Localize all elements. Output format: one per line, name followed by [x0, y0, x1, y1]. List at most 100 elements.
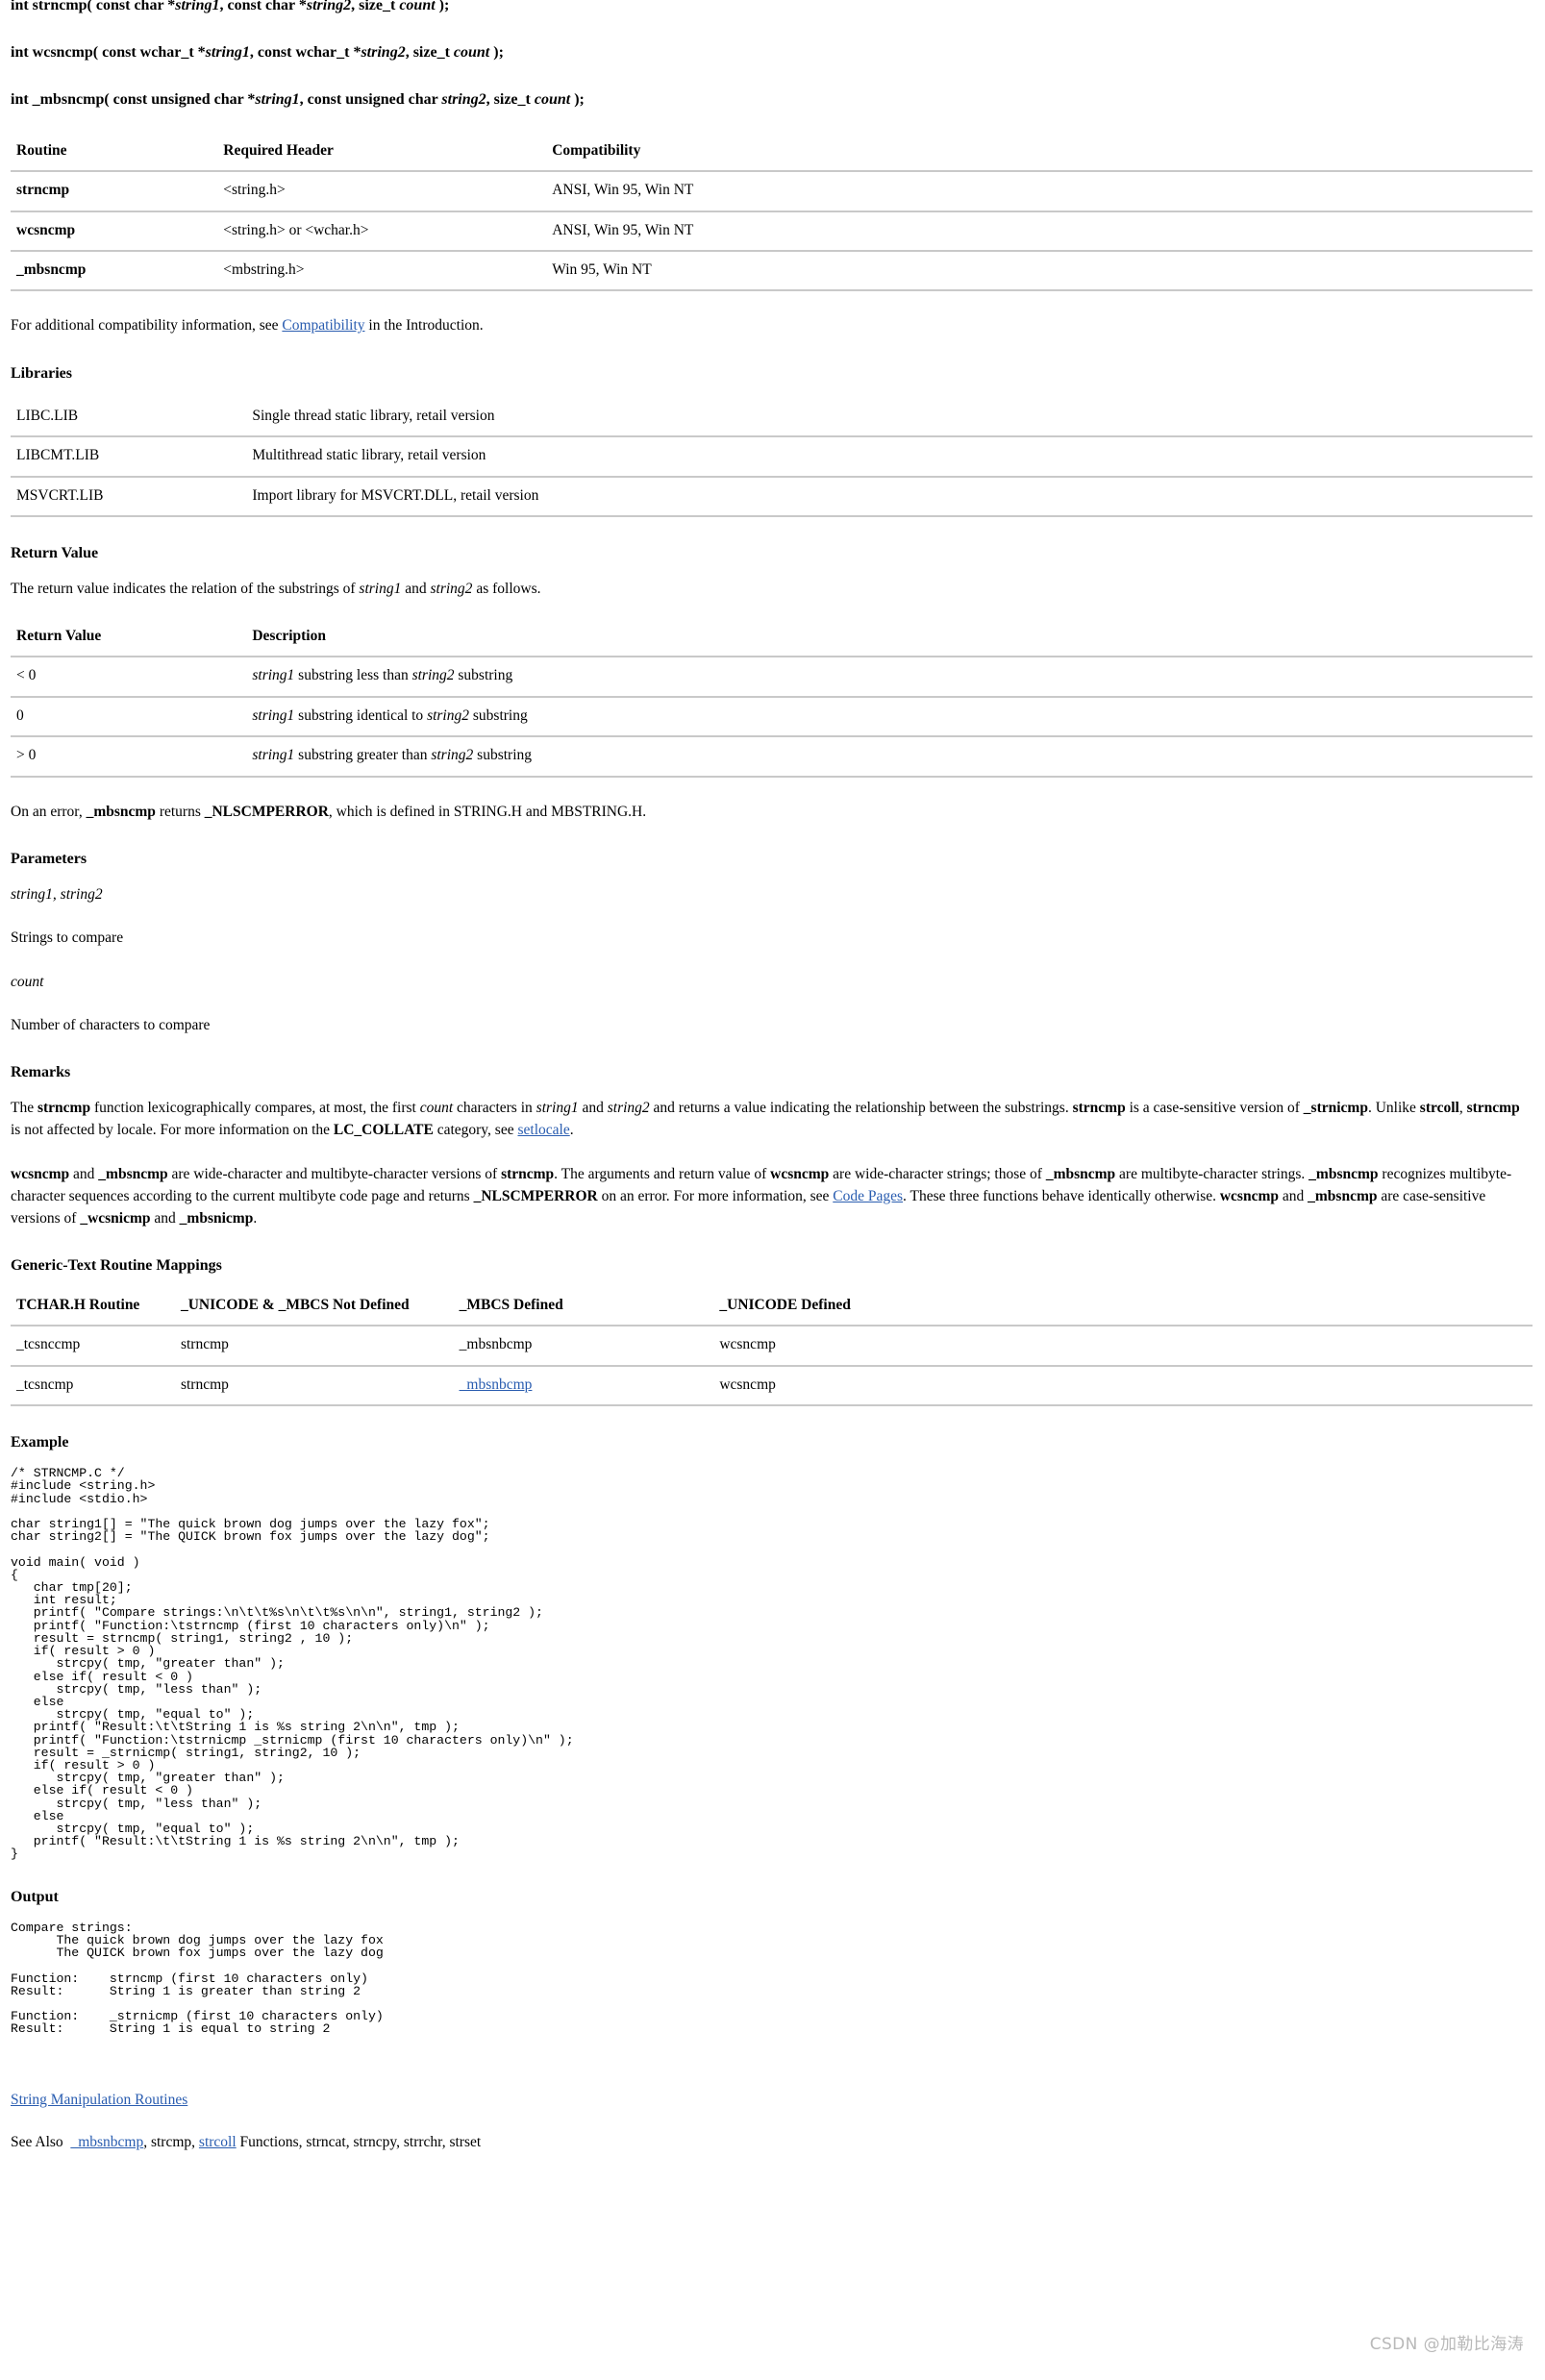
- cell-library-name: LIBCMT.LIB: [11, 436, 247, 478]
- cell-header: <string.h> or <wchar.h>: [217, 211, 547, 252]
- rv-intro-string1: string1: [359, 581, 402, 598]
- rv-s1: string1: [252, 667, 295, 684]
- r1-i2: string1: [536, 1100, 579, 1117]
- cell-library-name: MSVCRT.LIB: [11, 476, 247, 518]
- err-fn: _mbsncmp: [86, 803, 156, 820]
- r2-e: are wide-character strings; those of: [829, 1165, 1046, 1182]
- table-row: _tcsnccmp strncmp _mbsnbcmp wcsncmp: [11, 1326, 1533, 1367]
- rv-intro-c: as follows.: [472, 581, 541, 598]
- r2-h: on an error. For more information, see: [597, 1187, 834, 1204]
- return-value-intro: The return value indicates the relation …: [11, 578, 1533, 600]
- r2-l: and: [150, 1210, 180, 1227]
- cell-header: <string.h>: [217, 171, 547, 212]
- see-also-tail: Functions, strncat, strncpy, strrchr, st…: [236, 2134, 482, 2151]
- compatibility-link[interactable]: Compatibility: [282, 317, 364, 334]
- string-manipulation-routines-line: String Manipulation Routines: [11, 2090, 1533, 2111]
- cell-unicode-defined: wcsncmp: [713, 1365, 1533, 1407]
- cell-library-desc: Single thread static library, retail ver…: [246, 397, 1533, 438]
- r1-b3: _strnicmp: [1303, 1100, 1368, 1117]
- r2-b5: _mbsncmp: [1045, 1165, 1116, 1182]
- routine-header-table: Routine Required Header Compatibility st…: [11, 136, 1533, 292]
- mappings-heading: Generic-Text Routine Mappings: [11, 1257, 222, 1275]
- example-heading: Example: [11, 1434, 69, 1451]
- return-value-table: Return Value Description < 0 string1 sub…: [11, 621, 1533, 778]
- param1-name: string1, string2: [11, 886, 103, 904]
- mbsnbcmp-link[interactable]: _mbsnbcmp: [460, 1376, 533, 1393]
- r2-j: and: [1279, 1187, 1308, 1204]
- r2-b1: wcsncmp: [11, 1165, 70, 1182]
- parameter-name-count: count: [11, 971, 1533, 993]
- r2-b6: _mbsncmp: [1308, 1165, 1379, 1182]
- cell-return-value: < 0: [11, 657, 247, 698]
- prototype-wcsncmp: int wcsncmp( const wchar_t *string1, con…: [11, 44, 504, 62]
- parameters-heading: Parameters: [11, 850, 87, 867]
- setlocale-link[interactable]: setlocale: [517, 1122, 569, 1138]
- rv-tail: substring: [454, 667, 513, 684]
- r2-b3: strncmp: [501, 1165, 555, 1182]
- cell-compat: ANSI, Win 95, Win NT: [546, 171, 1533, 212]
- remarks-paragraph-2: wcsncmp and _mbsncmp are wide-character …: [11, 1163, 1533, 1230]
- rv-s1: string1: [252, 707, 295, 724]
- prototype-strncmp: int strncmp( const char *string1, const …: [11, 0, 450, 13]
- cell-unicode-defined: wcsncmp: [713, 1326, 1533, 1367]
- cell-return-desc: string1 substring greater than string2 s…: [246, 736, 1533, 778]
- cell-compat: ANSI, Win 95, Win NT: [546, 211, 1533, 252]
- r1-l: .: [569, 1122, 574, 1139]
- r1-b2: strncmp: [1072, 1100, 1126, 1117]
- r2-b10: _wcsnicmp: [80, 1210, 151, 1227]
- return-value-heading: Return Value: [11, 545, 99, 562]
- generic-text-mappings-table: TCHAR.H Routine _UNICODE & _MBCS Not Def…: [11, 1290, 1533, 1407]
- cell-return-desc: string1 substring less than string2 subs…: [246, 657, 1533, 698]
- table-header-row: TCHAR.H Routine _UNICODE & _MBCS Not Def…: [11, 1290, 1533, 1327]
- param2-name: count: [11, 973, 44, 990]
- err-c: , which is defined in STRING.H and MBSTR…: [328, 803, 647, 820]
- cell-mbcs-defined: _mbsnbcmp: [453, 1365, 714, 1407]
- cell-tchar-routine: _tcsnccmp: [11, 1326, 175, 1367]
- code-pages-link[interactable]: Code Pages: [833, 1188, 903, 1204]
- table-row: strncmp <string.h> ANSI, Win 95, Win NT: [11, 171, 1533, 212]
- remarks-heading: Remarks: [11, 1064, 71, 1081]
- remarks-paragraph-1: The strncmp function lexicographically c…: [11, 1097, 1533, 1142]
- rv-mid: substring greater than: [294, 747, 432, 764]
- r1-h: . Unlike: [1367, 1100, 1420, 1117]
- cell-tchar-routine: _tcsncmp: [11, 1365, 175, 1407]
- err-a: On an error,: [11, 803, 87, 820]
- cell-routine: strncmp: [11, 171, 218, 212]
- cell-return-value: > 0: [11, 736, 247, 778]
- rv-tail: substring: [469, 707, 528, 724]
- compat-note-before: For additional compatibility information…: [11, 317, 283, 335]
- cell-not-defined: strncmp: [174, 1326, 454, 1367]
- cell-routine: wcsncmp: [11, 211, 218, 252]
- output-heading: Output: [11, 1888, 59, 1905]
- table-row: > 0 string1 substring greater than strin…: [11, 736, 1533, 778]
- r1-i1: count: [419, 1100, 454, 1117]
- example-code-block: /* STRNCMP.C */ #include <string.h> #inc…: [11, 1466, 574, 1862]
- r1-a: The: [11, 1100, 37, 1117]
- libraries-heading: Libraries: [11, 364, 72, 382]
- table-row: 0 string1 substring identical to string2…: [11, 696, 1533, 738]
- r1-d: characters in: [453, 1100, 536, 1117]
- table-row: _tcsncmp strncmp _mbsnbcmp wcsncmp: [11, 1365, 1533, 1407]
- r1-b6: LC_COLLATE: [333, 1122, 434, 1139]
- strcoll-see-also-link[interactable]: strcoll: [199, 2134, 237, 2150]
- mbsnbcmp-see-also-link[interactable]: _mbsnbcmp: [70, 2134, 143, 2150]
- prototype-list: int strncmp( const char *string1, const …: [11, 0, 1533, 112]
- r1-g: is a case-sensitive version of: [1125, 1100, 1304, 1117]
- col-return-value: Return Value: [11, 621, 247, 658]
- r2-f: are multibyte-character strings.: [1115, 1165, 1309, 1182]
- r1-b4: strcoll: [1419, 1100, 1459, 1117]
- r2-i: . These three functions behave identical…: [903, 1187, 1220, 1204]
- output-code-block: Compare strings: The quick brown dog jum…: [11, 1920, 384, 2037]
- r1-k: category, see: [433, 1122, 518, 1139]
- csdn-watermark: CSDN @加勒比海涛: [1369, 2335, 1524, 2355]
- r2-c: are wide-character and multibyte-charact…: [167, 1165, 502, 1182]
- parameter-desc-strings: Strings to compare: [11, 930, 124, 947]
- cell-library-desc: Import library for MSVCRT.DLL, retail ve…: [246, 476, 1533, 518]
- footer-spacer: [11, 2061, 1533, 2090]
- prototype-mbsncmp: int _mbsncmp( const unsigned char *strin…: [11, 91, 585, 109]
- cell-library-name: LIBC.LIB: [11, 397, 247, 438]
- r2-b7: _NLSCMPERROR: [473, 1187, 598, 1204]
- string-manipulation-routines-link[interactable]: String Manipulation Routines: [11, 2092, 187, 2108]
- rv-intro-string2: string2: [430, 581, 473, 598]
- see-also-line: See Also _mbsnbcmp, strcmp, strcoll Func…: [11, 2132, 1533, 2153]
